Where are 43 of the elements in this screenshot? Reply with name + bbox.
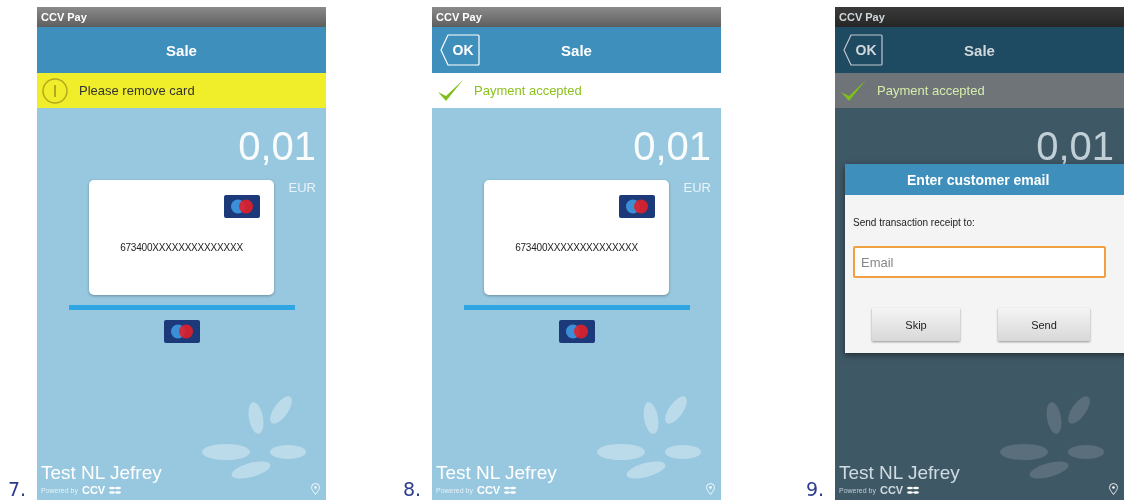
app-name: CCV Pay [839,10,885,24]
banner-text: Payment accepted [877,83,985,98]
merchant-name: Test NL Jefrey [41,462,163,484]
app-name: CCV Pay [41,10,87,24]
app-name: CCV Pay [436,10,482,24]
dialog-button[interactable]: Skip [872,308,960,341]
amount: 0,01 [633,126,711,166]
ok-button[interactable]: OK [440,34,480,66]
screen-title: Sale [166,41,197,59]
banner-text: Please remove card [79,83,195,98]
dialog-message: Send transaction receipt to: [853,217,975,228]
card-brand-icon [558,320,595,343]
amount: 0,01 [1036,126,1114,166]
card-number: 673400XXXXXXXXXXXXXX [120,242,243,253]
location-pin-icon [706,483,715,495]
location-pin-icon [1109,483,1118,495]
dialog-title: Enter customer email [907,171,1050,188]
screen-title: Sale [964,41,995,59]
step-number: 7. [8,478,28,500]
location-pin-icon [311,483,320,495]
ok-button[interactable]: OK [843,34,883,66]
brand-logo-text: CCV [879,484,904,496]
info-icon [41,76,69,105]
flower-icon [109,485,122,495]
card-brand-icon [163,320,200,343]
flower-icon [504,485,517,495]
card-brand-icon [224,195,260,218]
card-number: 673400XXXXXXXXXXXXXX [515,242,638,253]
brand-logo-text: CCV [476,484,501,496]
step-number: 9. [806,478,826,500]
screen-title: Sale [561,41,592,59]
dialog-button[interactable]: Send [998,308,1090,341]
card-brand-icon [619,195,655,218]
banner-text: Payment accepted [474,83,582,98]
merchant-name: Test NL Jefrey [839,462,961,484]
brand-logo-text: CCV [81,484,106,496]
flower-icon [907,485,920,495]
merchant-name: Test NL Jefrey [436,462,558,484]
amount: 0,01 [238,126,316,166]
currency: EUR [683,180,711,195]
currency: EUR [288,180,316,195]
email-field[interactable]: Email [853,246,1106,278]
step-number: 8. [403,478,423,500]
